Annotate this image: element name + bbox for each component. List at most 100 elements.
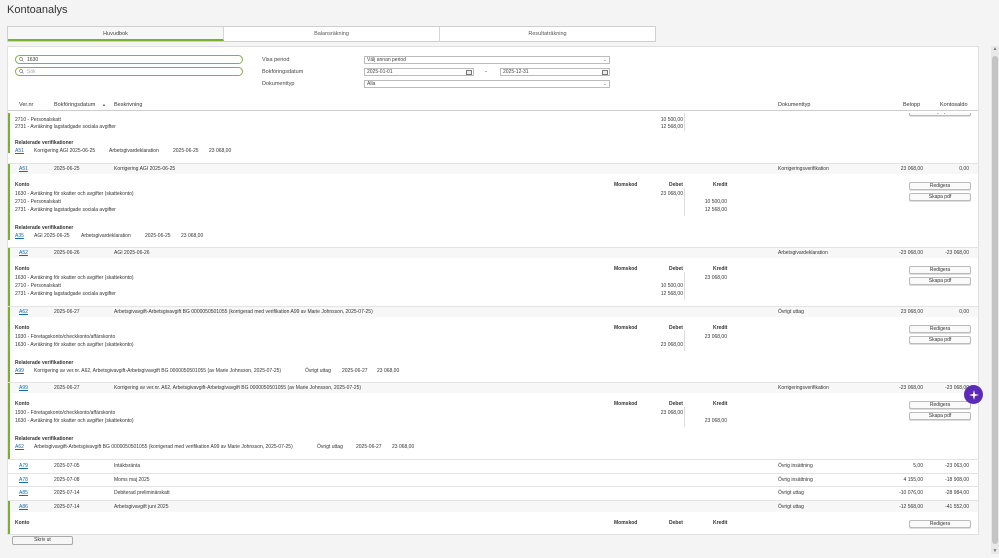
redigera-button[interactable]: Redigera — [909, 401, 971, 409]
debet-value: 12 568,00 — [660, 291, 683, 297]
entry-ver-link[interactable]: A62 — [19, 309, 28, 315]
related-ver-link[interactable]: A35 — [15, 233, 24, 239]
entry-ver-link[interactable]: A52 — [19, 250, 28, 256]
related-type: Övrigt uttag — [305, 368, 331, 374]
col-bokforingsdatum[interactable]: Bokföringsdatum — [54, 102, 95, 108]
row-accent — [8, 113, 10, 153]
entry-doctype: Arbetsgivardeklaration — [778, 250, 828, 256]
redigera-button[interactable]: Redigera — [909, 325, 971, 333]
redigera-button[interactable]: Redigera — [909, 182, 971, 190]
momskod-heading: Momskod — [614, 325, 638, 331]
row-date: 2025-07-08 — [54, 477, 80, 483]
account-line: 2710 - Personalskatt — [15, 117, 61, 123]
chevron-down-icon: ⌄ — [602, 81, 607, 87]
redigera-button[interactable]: Redigera — [909, 520, 971, 528]
account-search-input[interactable]: 1630 — [15, 55, 243, 64]
col-dokumenttyp[interactable]: Dokumenttyp — [778, 102, 810, 108]
vertical-scrollbar[interactable]: ▲ ▼ — [991, 46, 999, 554]
related-heading: Relaterade verifikationer — [15, 140, 74, 146]
momskod-heading: Momskod — [614, 266, 638, 272]
sparkle-icon — [968, 389, 979, 400]
row-ver-link[interactable]: A79 — [19, 463, 28, 469]
related-type: Arbetsgivardeklaration — [81, 233, 131, 239]
related-desc: Korrigering AGI 2025-06-25 — [34, 148, 96, 154]
calendar-icon[interactable] — [602, 70, 608, 75]
scrollbar-thumb[interactable] — [992, 56, 998, 544]
row-desc: Intäktsränta — [114, 463, 141, 469]
kredit-value: 23 068,00 — [704, 418, 727, 424]
skapa-pdf-button[interactable]: Skapa pdf — [909, 193, 971, 201]
tab-balansrakning[interactable]: Balansräkning — [224, 27, 440, 41]
entry-doctype: Övrigt uttag — [778, 309, 804, 315]
entry-ver-link[interactable]: A99 — [19, 385, 28, 391]
text-search-input[interactable]: Sök — [15, 67, 243, 76]
row-divider — [8, 486, 978, 487]
skapa-pdf-button[interactable]: Skapa pdf — [909, 412, 971, 420]
date-from-input[interactable]: 2025-01-01 — [364, 68, 474, 76]
tab-resultatrakning[interactable]: Resultaträkning — [440, 27, 655, 41]
col-ver-nr[interactable]: Ver.nr — [19, 102, 33, 108]
kredit-heading: Kredit — [713, 520, 728, 526]
debet-heading: Debet — [669, 266, 683, 272]
momskod-heading: Momskod — [614, 401, 638, 407]
kredit-heading: Kredit — [713, 325, 728, 331]
col-beskrivning[interactable]: Beskrivning — [114, 102, 142, 108]
entry-ver-link[interactable]: A51 — [19, 166, 28, 172]
page-title: Kontoanalys — [7, 4, 68, 16]
entry-doctype: Övrigt uttag — [778, 504, 804, 510]
debet-value: 23 068,00 — [660, 410, 683, 416]
debet-value: 10 500,00 — [660, 117, 683, 123]
assistant-fab[interactable] — [964, 385, 983, 404]
account-line: 1630 - Avräkning för skatter och avgifte… — [15, 418, 134, 424]
skapa-pdf-button[interactable]: Skapa pdf — [909, 113, 971, 116]
col-kontosaldo[interactable]: Kontosaldo — [940, 102, 968, 108]
account-line: 2731 - Avräkning lagstadgade sociala avg… — [15, 124, 116, 130]
row-doctype: Övrig insättning — [778, 463, 813, 469]
related-desc: AGI 2025-06-25 — [34, 233, 70, 239]
doctype-select[interactable]: Alla ⌄ — [364, 80, 610, 88]
kredit-value: 23 068,00 — [704, 334, 727, 340]
row-doctype: Övrig insättning — [778, 477, 813, 483]
debet-heading: Debet — [669, 401, 683, 407]
tab-huvudbok[interactable]: Huvudbok — [8, 27, 224, 41]
row-saldo: -23 063,00 — [945, 463, 969, 469]
entry-saldo: -23 068,00 — [945, 385, 969, 391]
row-date: 2025-07-14 — [54, 490, 80, 496]
search-icon — [19, 57, 24, 62]
account-line: 2731 - Avräkning lagstadgade sociala avg… — [15, 291, 116, 297]
doctype-value: Alla — [367, 81, 376, 87]
konto-heading: Konto — [15, 182, 30, 188]
related-heading: Relaterade verifikationer — [15, 360, 74, 366]
date-separator: - — [485, 69, 487, 75]
entry-ver-link[interactable]: A86 — [19, 504, 28, 510]
scroll-up-icon[interactable]: ▲ — [992, 46, 998, 52]
entry-date: 2025-06-27 — [54, 309, 80, 315]
debet-value: 12 568,00 — [660, 124, 683, 130]
related-date: 2025-06-25 — [145, 233, 171, 239]
skapa-pdf-button[interactable]: Skapa pdf — [909, 336, 971, 344]
debet-value: 23 068,00 — [660, 191, 683, 197]
related-desc: Korrigering av ver.nr. A62, Arbetsgivavg… — [34, 368, 282, 374]
divider — [684, 113, 685, 131]
related-date: 2025-06-25 — [173, 148, 199, 154]
row-ver-link[interactable]: A85 — [19, 490, 28, 496]
related-type: Arbetsgivardeklaration — [109, 148, 159, 154]
date-to-input[interactable]: 2025-12-31 — [500, 68, 610, 76]
kredit-value: 23 068,00 — [704, 275, 727, 281]
print-button[interactable]: Skriv ut — [12, 536, 73, 545]
redigera-button[interactable]: Redigera — [909, 266, 971, 274]
calendar-icon[interactable] — [466, 70, 472, 75]
col-belopp[interactable]: Belopp — [903, 102, 920, 108]
related-ver-link[interactable]: A62 — [15, 444, 24, 450]
related-type: Övrigt uttag — [317, 444, 343, 450]
related-ver-link[interactable]: A99 — [15, 368, 24, 374]
related-ver-link[interactable]: A51 — [15, 148, 24, 154]
skapa-pdf-button[interactable]: Skapa pdf — [909, 277, 971, 285]
row-ver-link[interactable]: A78 — [19, 477, 28, 483]
account-line: 1930 - Företagskonto/checkkonto/affärsko… — [15, 334, 116, 340]
related-date: 2025-06-27 — [356, 444, 382, 450]
scroll-down-icon[interactable]: ▼ — [992, 548, 998, 554]
entry-date: 2025-07-14 — [54, 504, 80, 510]
period-select[interactable]: Välj annan period ⌄ — [364, 56, 610, 64]
entry-desc: Korrigering AGI 2025-06-25 — [114, 166, 176, 172]
